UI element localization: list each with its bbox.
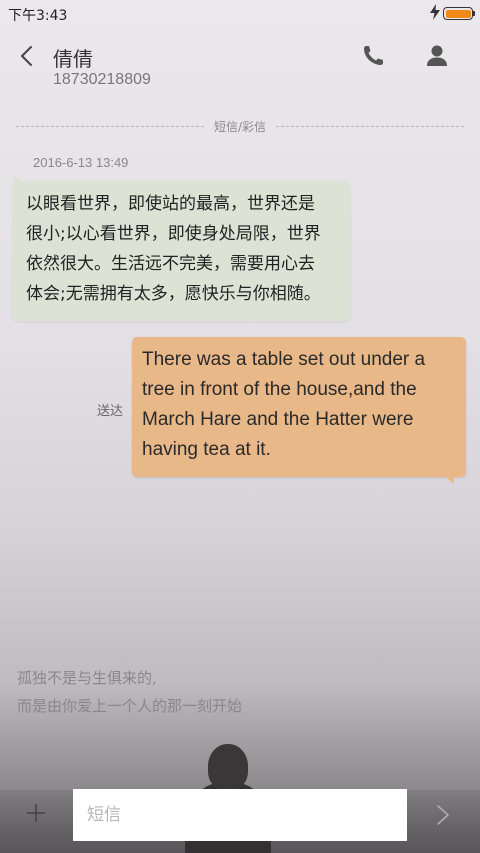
wallpaper-poem-line: 而是由你爱上一个人的那一刻开始: [17, 697, 243, 715]
message-line: tree in front of the house,and the: [142, 379, 417, 400]
battery-icon: [443, 7, 473, 20]
contact-name: 倩倩: [53, 47, 93, 71]
message-line: 体会;无需拥有太多，愿快乐与你相随。: [26, 284, 321, 304]
plus-icon[interactable]: [24, 801, 48, 825]
outgoing-bubble-tail: [444, 476, 454, 484]
back-arrow-icon[interactable]: [18, 45, 38, 67]
phone-icon[interactable]: [360, 43, 386, 69]
message-input[interactable]: [73, 789, 407, 841]
wallpaper-poem-line: 孤独不是与生俱来的,: [17, 669, 157, 687]
message-line: 依然很大。生活远不完美，需要用心去: [26, 254, 315, 274]
message-line: There was a table set out under a: [142, 349, 426, 370]
delivery-status: 送达: [97, 404, 124, 419]
contact-number: 18730218809: [53, 71, 151, 88]
send-arrow-icon[interactable]: [434, 804, 452, 826]
flash-icon: [430, 4, 440, 20]
incoming-message-bubble[interactable]: 以眼看世界，即使站的最高，世界还是 很小;以心看世界，即使身处局限，世界 依然很…: [13, 181, 350, 321]
battery-fill: [445, 9, 471, 18]
person-icon[interactable]: [424, 43, 450, 69]
divider-line-right: [276, 126, 464, 127]
message-line: 以眼看世界，即使站的最高，世界还是: [26, 194, 315, 214]
message-line: 很小;以心看世界，即使身处局限，世界: [26, 224, 321, 244]
battery-tip: [473, 11, 475, 16]
status-time: 下午3:43: [8, 8, 68, 24]
wallpaper-figure-head: [208, 744, 248, 790]
message-type-divider: 短信/彩信: [213, 120, 267, 134]
message-line: having tea at it.: [142, 439, 271, 460]
message-line: March Hare and the Hatter were: [142, 409, 414, 430]
outgoing-message-bubble[interactable]: There was a table set out under a tree i…: [132, 337, 466, 477]
divider-line-left: [16, 126, 204, 127]
message-timestamp: 2016-6-13 13:49: [33, 155, 129, 170]
